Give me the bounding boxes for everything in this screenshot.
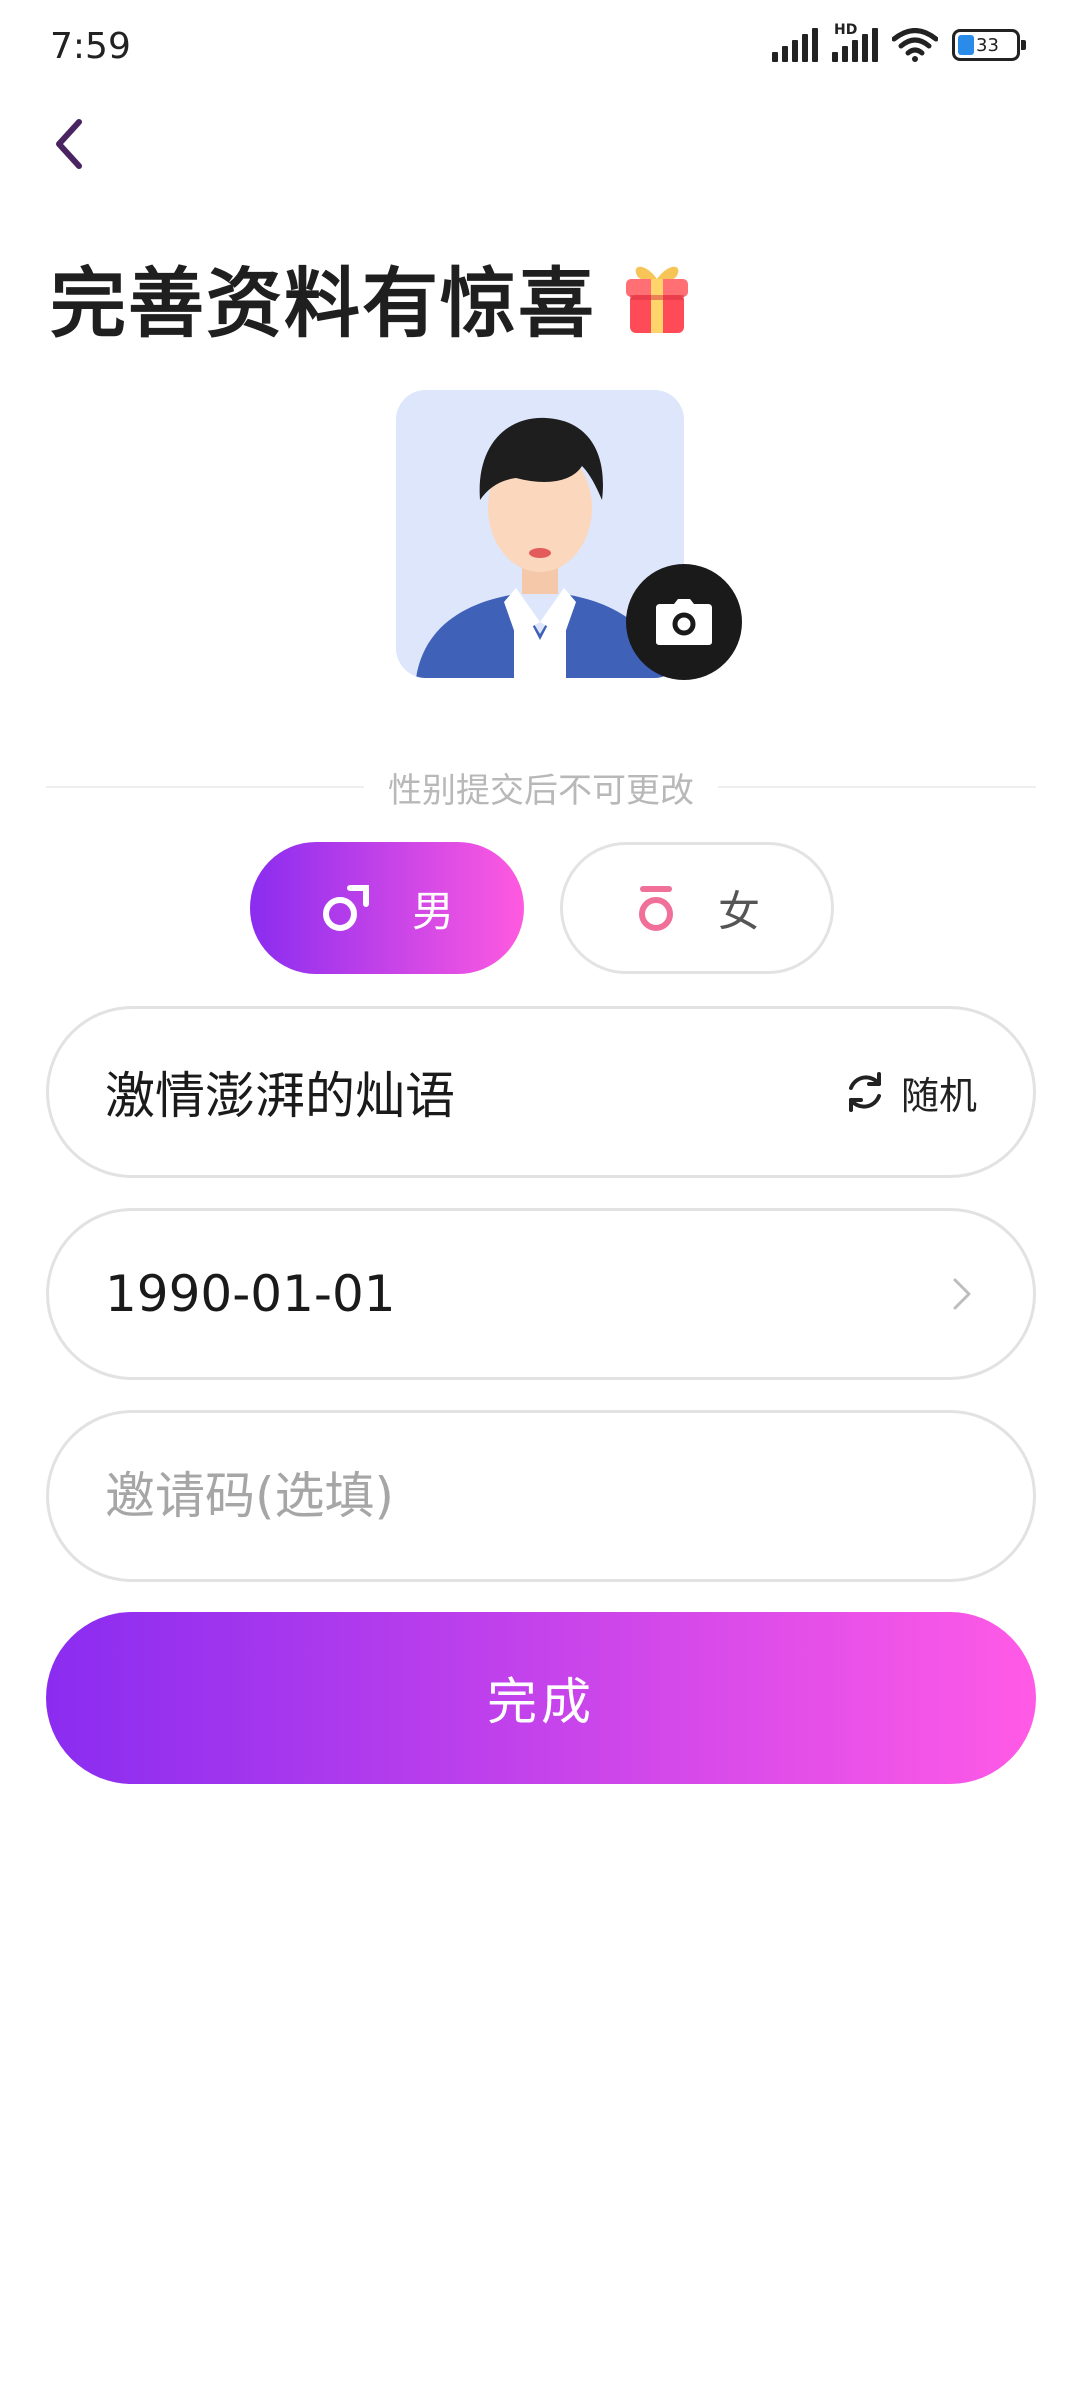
gender-female-button[interactable]: 女 bbox=[560, 842, 834, 974]
page-title: 完善资料有惊喜 bbox=[50, 242, 694, 352]
female-symbol-icon bbox=[638, 886, 673, 931]
status-icons: HD 33 bbox=[772, 22, 1026, 62]
chevron-right-icon bbox=[953, 1278, 971, 1310]
battery-icon: 33 bbox=[952, 29, 1026, 61]
finish-label: 完成 bbox=[487, 1673, 595, 1731]
random-label: 随机 bbox=[900, 1073, 977, 1118]
nickname-field[interactable]: 激情澎湃的灿语 随机 bbox=[46, 1006, 1036, 1178]
status-time: 7:59 bbox=[50, 26, 131, 67]
signal-hd-icon: HD bbox=[832, 22, 878, 62]
gender-female-label: 女 bbox=[717, 886, 760, 936]
signal-icon bbox=[772, 28, 818, 62]
battery-charge-fill bbox=[958, 35, 974, 55]
back-button[interactable] bbox=[44, 112, 94, 176]
status-bar: 7:59 HD 33 bbox=[0, 0, 1080, 100]
chevron-left-icon bbox=[56, 119, 82, 169]
nickname-value[interactable]: 激情澎湃的灿语 bbox=[105, 1056, 843, 1128]
invite-code-field[interactable] bbox=[46, 1410, 1036, 1582]
male-symbol-icon bbox=[322, 885, 369, 931]
gift-icon bbox=[626, 266, 688, 333]
random-nickname-button[interactable]: 随机 bbox=[843, 1065, 977, 1120]
page-title-text: 完善资料有惊喜 bbox=[50, 259, 596, 348]
refresh-icon bbox=[848, 1072, 881, 1112]
invite-code-input[interactable] bbox=[105, 1467, 977, 1525]
divider-left bbox=[46, 786, 364, 788]
gender-hint: 性别提交后不可更改 bbox=[388, 770, 694, 811]
hd-label: HD bbox=[834, 22, 858, 38]
gender-hint-row: 性别提交后不可更改 bbox=[46, 762, 1036, 812]
birthday-field[interactable]: 1990-01-01 bbox=[46, 1208, 1036, 1380]
birthday-value: 1990-01-01 bbox=[105, 1265, 396, 1323]
camera-icon bbox=[656, 599, 712, 645]
gender-male-label: 男 bbox=[411, 886, 454, 936]
gender-male-button[interactable]: 男 bbox=[250, 842, 524, 974]
battery-level: 33 bbox=[976, 34, 999, 56]
wifi-icon bbox=[892, 28, 938, 62]
finish-button[interactable]: 完成 bbox=[46, 1612, 1036, 1784]
change-avatar-button[interactable] bbox=[626, 564, 742, 680]
divider-right bbox=[718, 786, 1036, 788]
